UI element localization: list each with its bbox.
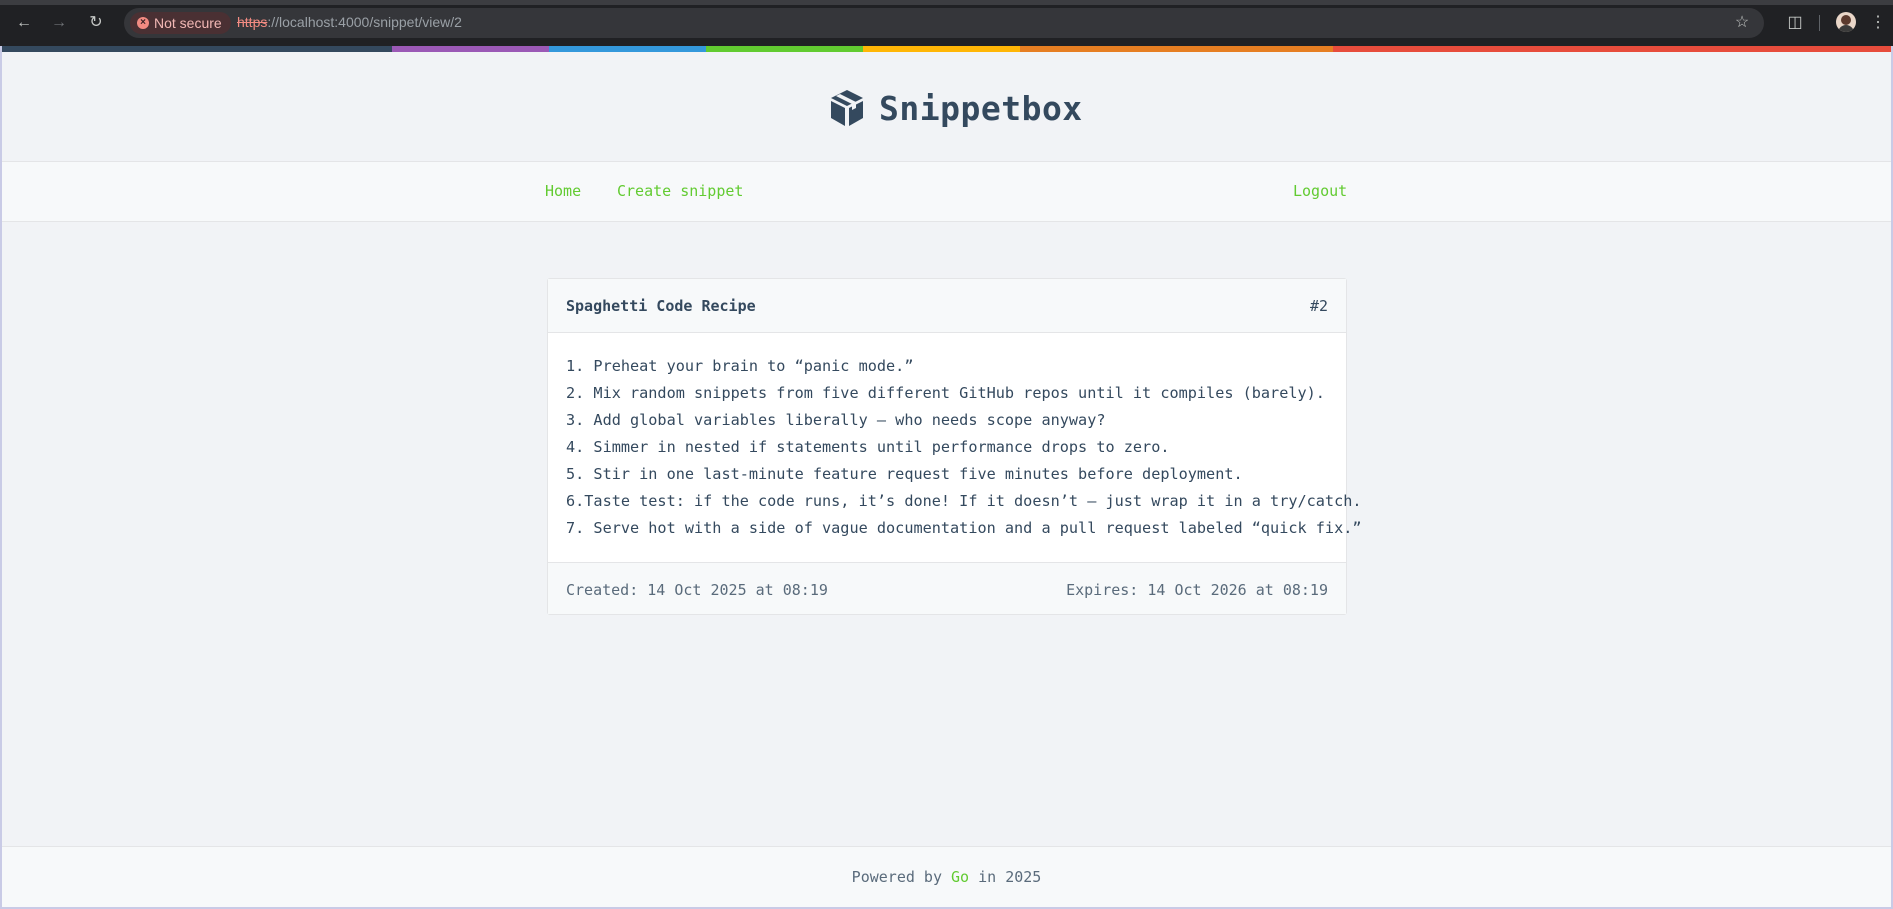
bookmark-star-icon[interactable]: ☆ bbox=[1731, 12, 1753, 34]
snippet-line: 3. Add global variables liberally — who … bbox=[566, 411, 1106, 429]
not-secure-icon: × bbox=[137, 17, 149, 29]
snippet-line: 2. Mix random snippets from five differe… bbox=[566, 384, 1325, 402]
footer-prefix: Powered by bbox=[851, 868, 952, 886]
reload-icon[interactable]: ↻ bbox=[84, 12, 108, 34]
address-bar[interactable]: × Not secure https://localhost:4000/snip… bbox=[124, 8, 1764, 38]
snippet-header: Spaghetti Code Recipe #2 bbox=[548, 279, 1346, 333]
snippet-line: 5. Stir in one last-minute feature reque… bbox=[566, 465, 1243, 483]
snippet-content: 1. Preheat your brain to “panic mode.” 2… bbox=[566, 353, 1366, 542]
extensions-icon[interactable]: ◫ bbox=[1784, 12, 1806, 34]
main-nav: Home Create snippet Logout bbox=[2, 162, 1891, 222]
footer-go-link[interactable]: Go bbox=[951, 868, 969, 886]
url-path: ://localhost:4000/snippet/view/2 bbox=[267, 14, 462, 30]
snippet-line: 6.Taste test: if the code runs, it’s don… bbox=[566, 492, 1362, 510]
snippet-line: 7. Serve hot with a side of vague docume… bbox=[566, 519, 1362, 537]
cube-logo-icon bbox=[831, 90, 863, 126]
created-date: Created: 14 Oct 2025 at 08:19 bbox=[566, 581, 828, 599]
snippet-card: Spaghetti Code Recipe #2 1. Preheat your… bbox=[547, 278, 1362, 615]
snippet-line: 4. Simmer in nested if statements until … bbox=[566, 438, 1170, 456]
snippet-title: Spaghetti Code Recipe bbox=[566, 297, 756, 315]
forward-icon[interactable]: → bbox=[47, 12, 71, 34]
nav-logout-link[interactable]: Logout bbox=[1293, 182, 1347, 200]
brand[interactable]: Snippetbox bbox=[829, 86, 1083, 130]
security-label: Not secure bbox=[154, 15, 222, 31]
back-icon[interactable]: ← bbox=[12, 12, 36, 34]
profile-avatar[interactable] bbox=[1836, 12, 1856, 32]
browser-chrome: ← → ↻ × Not secure https://localhost:400… bbox=[0, 0, 1893, 46]
snippet-line: 1. Preheat your brain to “panic mode.” bbox=[566, 357, 914, 375]
nav-create-snippet-link[interactable]: Create snippet bbox=[617, 182, 743, 200]
page: Snippetbox Home Create snippet Logout Sp… bbox=[2, 46, 1891, 907]
expires-date: Expires: 14 Oct 2026 at 08:19 bbox=[1066, 581, 1328, 599]
footer-suffix: in 2025 bbox=[969, 868, 1042, 886]
menu-dots-icon[interactable]: ⋮ bbox=[1870, 12, 1886, 34]
snippet-id: #2 bbox=[1309, 297, 1328, 315]
toolbar-divider bbox=[1819, 15, 1820, 31]
tab-strip bbox=[0, 0, 1893, 5]
url-text[interactable]: https://localhost:4000/snippet/view/2 bbox=[237, 14, 462, 30]
site-footer: Powered by Go in 2025 bbox=[2, 846, 1891, 907]
brand-name: Snippetbox bbox=[879, 88, 1083, 128]
security-chip[interactable]: × Not secure bbox=[130, 12, 231, 34]
site-header: Snippetbox bbox=[2, 52, 1891, 162]
nav-home-link[interactable]: Home bbox=[545, 182, 581, 200]
url-scheme: https bbox=[237, 14, 268, 30]
snippet-metadata: Created: 14 Oct 2025 at 08:19 Expires: 1… bbox=[548, 562, 1346, 614]
